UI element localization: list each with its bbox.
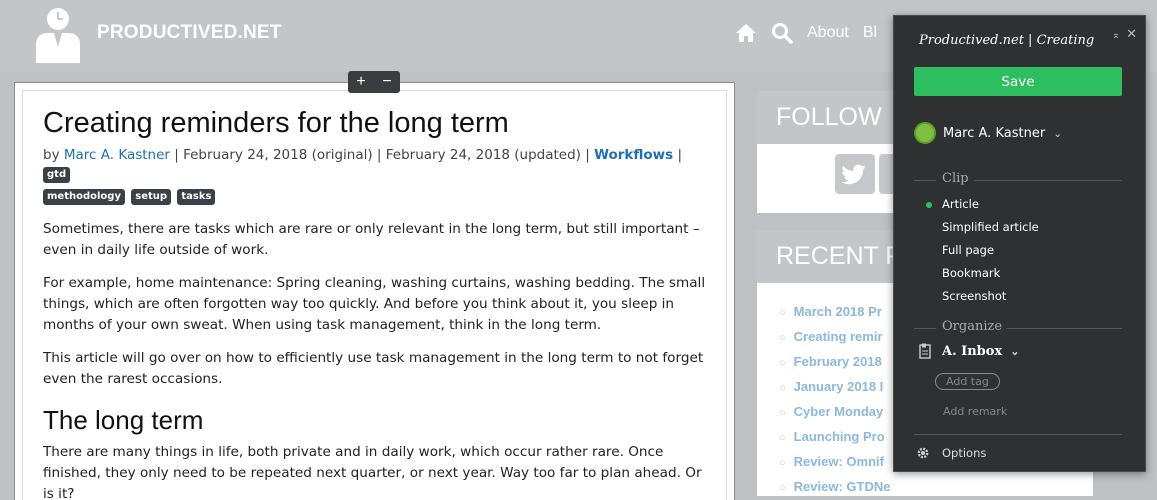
recent-post-link[interactable]: Launching Pro xyxy=(779,425,890,450)
article: Creating reminders for the long term by … xyxy=(43,105,707,500)
article-paragraph: Sometimes, there are tasks which are rar… xyxy=(43,221,700,258)
account-name: Marc A. Kastner xyxy=(943,125,1046,141)
author-link[interactable]: Marc A. Kastner xyxy=(64,147,170,163)
section-heading: The long term xyxy=(43,405,204,435)
meta-dates: | February 24, 2018 (original) | Februar… xyxy=(169,147,595,163)
tag-methodology[interactable]: methodology xyxy=(43,189,125,205)
tag-setup[interactable]: setup xyxy=(131,189,172,205)
recent-post-link[interactable]: January 2018 I xyxy=(779,375,890,400)
search-icon[interactable] xyxy=(771,22,793,44)
account-selector[interactable]: Marc A. Kastner ⌄ xyxy=(914,122,1062,144)
recent-post-link[interactable]: Review: GTDNe xyxy=(779,475,891,500)
panel-controls: ⌅ ✕ xyxy=(1112,26,1137,42)
tag-tasks[interactable]: tasks xyxy=(177,189,216,205)
zoom-in-button[interactable]: + xyxy=(356,73,365,91)
article-paragraph: There are many things in life, both priv… xyxy=(43,444,702,500)
article-paragraph: For example, home maintenance: Spring cl… xyxy=(43,275,706,333)
notebook-name: A. Inbox xyxy=(942,343,1003,359)
notebook-selector[interactable]: A. Inbox ⌄ xyxy=(919,343,1019,359)
close-icon[interactable]: ✕ xyxy=(1126,26,1137,41)
options-label: Options xyxy=(942,446,987,460)
zoom-out-button[interactable]: − xyxy=(382,73,391,91)
main-nav: About Bl xyxy=(735,22,891,44)
recent-post-link[interactable]: Cyber Monday xyxy=(779,400,890,425)
chevron-down-icon: ⌄ xyxy=(1053,126,1063,140)
recent-post-link[interactable]: March 2018 Pr xyxy=(779,300,890,325)
twitter-icon[interactable] xyxy=(835,154,875,194)
clip-title[interactable]: Productived.net | Creating xyxy=(919,33,1094,48)
clip-option-bookmark[interactable]: Bookmark xyxy=(942,266,1000,280)
web-clipper-panel: Productived.net | Creating ⌅ ✕ Save Marc … xyxy=(893,15,1146,472)
divider xyxy=(1006,328,1122,329)
site-name[interactable]: PRODUCTIVED.NET xyxy=(97,22,282,44)
clip-option-screenshot[interactable]: Screenshot xyxy=(942,289,1006,303)
recent-post-link[interactable]: Creating remir xyxy=(779,325,890,350)
notebook-icon xyxy=(919,343,931,359)
article-meta: by Marc A. Kastner | February 24, 2018 (… xyxy=(43,145,707,207)
tag-gtd[interactable]: gtd xyxy=(43,167,71,183)
add-tag-field[interactable]: Add tag xyxy=(935,373,1000,390)
nav-blog-link[interactable]: Bl xyxy=(863,24,877,42)
tags-row: methodology setup tasks xyxy=(43,187,707,207)
add-remark-field[interactable]: Add remark xyxy=(943,405,1007,418)
article-title[interactable]: Creating reminders for the long term xyxy=(43,105,707,141)
home-icon[interactable] xyxy=(735,23,757,43)
clip-option-article[interactable]: Article xyxy=(942,197,979,211)
recent-post-link[interactable]: Review: Omnif xyxy=(779,450,890,475)
recent-post-link[interactable]: February 2018 xyxy=(779,350,890,375)
clip-option-simplified[interactable]: Simplified article xyxy=(942,220,1039,234)
selected-indicator xyxy=(926,202,932,208)
social-icon[interactable] xyxy=(879,154,893,194)
collapse-icon[interactable]: ⌅ xyxy=(1112,30,1120,41)
save-button[interactable]: Save xyxy=(914,67,1122,96)
site-logo[interactable] xyxy=(34,7,82,63)
meta-sep: | xyxy=(673,147,683,163)
chevron-down-icon: ⌄ xyxy=(1010,344,1020,358)
divider xyxy=(914,328,936,329)
nav-about-link[interactable]: About xyxy=(807,24,849,42)
zoom-control: + − xyxy=(348,71,400,93)
meta-by: by xyxy=(43,147,64,163)
article-clip-frame: Creating reminders for the long term by … xyxy=(14,82,735,500)
divider xyxy=(914,180,936,181)
avatar xyxy=(914,122,936,144)
clip-option-full-page[interactable]: Full page xyxy=(942,243,994,257)
article-paragraph: This article will go over on how to effi… xyxy=(43,350,704,387)
recent-posts-list: March 2018 Pr Creating remir February 20… xyxy=(779,300,891,500)
divider xyxy=(974,180,1122,181)
organize-section-label: Organize xyxy=(942,319,1003,334)
options-button[interactable]: Options xyxy=(916,446,986,460)
clip-section-label: Clip xyxy=(942,171,969,186)
divider xyxy=(914,434,1122,435)
category-link[interactable]: Workflows xyxy=(594,147,673,163)
gear-icon xyxy=(917,447,929,459)
